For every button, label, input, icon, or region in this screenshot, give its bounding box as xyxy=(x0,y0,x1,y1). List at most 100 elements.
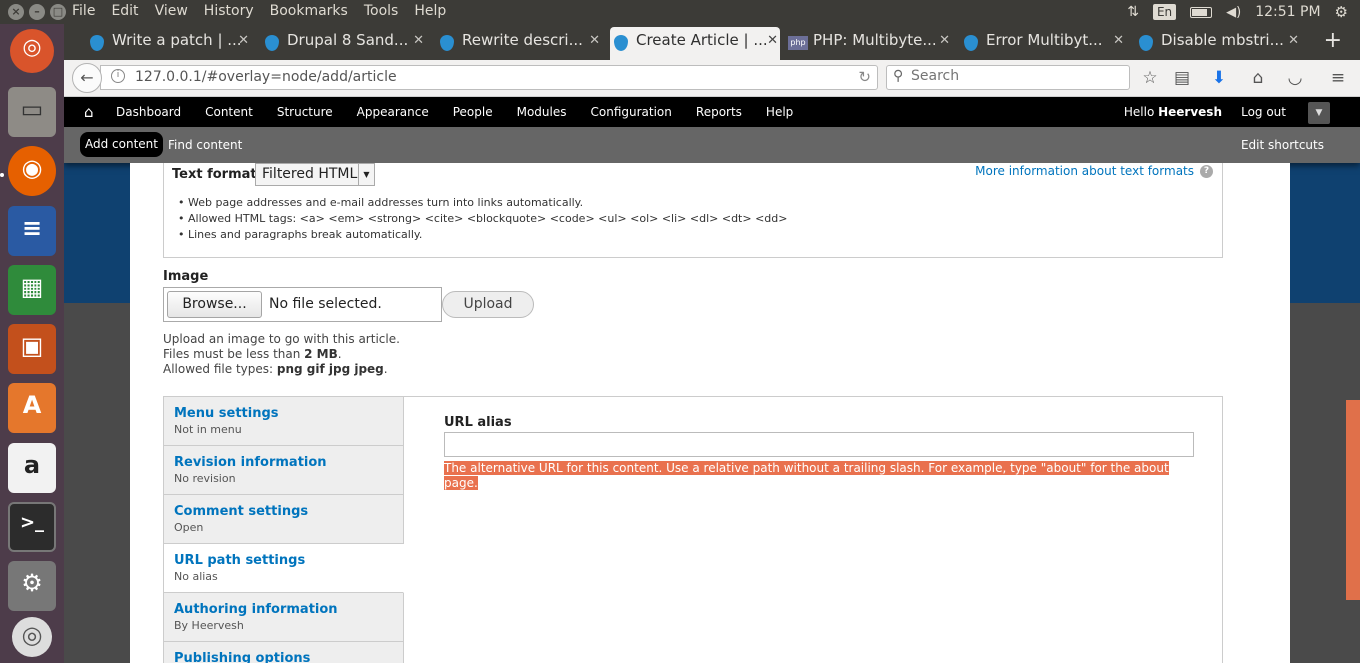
back-button[interactable]: ← xyxy=(72,63,102,93)
reading-list-icon[interactable]: ▤ xyxy=(1172,68,1192,88)
downloads-icon[interactable]: ⬇ xyxy=(1209,68,1229,88)
vertical-tabs: Menu settings Not in menu Revision infor… xyxy=(163,396,1223,663)
amazon-icon[interactable]: a xyxy=(8,443,56,493)
help-question-icon[interactable]: ? xyxy=(1200,165,1213,178)
text-format-wrapper: Text format Filtered HTML ▼ More informa… xyxy=(163,163,1223,258)
file-types-prefix: Allowed file types: xyxy=(163,362,277,376)
find-content-shortcut[interactable]: Find content xyxy=(168,138,242,152)
menu-history[interactable]: History xyxy=(204,3,254,19)
files-icon[interactable]: ▭ xyxy=(8,87,56,137)
overlay-scrollbar[interactable] xyxy=(1346,400,1360,600)
close-window-icon[interactable]: × xyxy=(8,4,24,20)
admin-menu-content[interactable]: Content xyxy=(205,105,253,119)
tab-create-article[interactable]: Create Article | ... ✕ xyxy=(610,27,780,60)
pocket-icon[interactable]: ◡ xyxy=(1285,68,1305,88)
text-format-help-link[interactable]: More information about text formats xyxy=(975,164,1194,178)
impress-icon[interactable]: ▣ xyxy=(8,324,56,374)
vtab-summary: By Heervesh xyxy=(174,619,244,632)
shortcuts-bar: Add content Find content Edit shortcuts xyxy=(64,127,1360,163)
menu-bookmarks[interactable]: Bookmarks xyxy=(270,3,348,19)
file-input[interactable]: Browse... No file selected. xyxy=(163,287,442,322)
minimize-window-icon[interactable]: – xyxy=(29,4,45,20)
menu-edit[interactable]: Edit xyxy=(111,3,138,19)
browser-tab-bar: Write a patch | ... ✕ Drupal 8 Sand... ✕… xyxy=(64,24,1360,60)
image-field: Image Browse... No file selected. Upload… xyxy=(163,269,534,376)
vtab-publishing-options[interactable]: Publishing options xyxy=(164,642,403,663)
user-name-link[interactable]: Heervesh xyxy=(1158,105,1222,119)
tab-write-patch[interactable]: Write a patch | ... ✕ xyxy=(86,27,251,60)
admin-menu-help[interactable]: Help xyxy=(766,105,793,119)
close-tab-icon[interactable]: ✕ xyxy=(238,33,249,48)
search-bar[interactable]: ⚲ xyxy=(886,65,1130,90)
battery-icon[interactable] xyxy=(1190,6,1213,18)
bookmark-star-icon[interactable]: ☆ xyxy=(1140,68,1160,88)
close-tab-icon[interactable]: ✕ xyxy=(767,33,778,48)
tab-label: Disable mbstri... xyxy=(1161,31,1284,49)
url-bar[interactable]: i 127.0.0.1/#overlay=node/add/article ↻ xyxy=(100,65,878,90)
firefox-icon[interactable]: ◉ xyxy=(8,146,56,196)
browse-button[interactable]: Browse... xyxy=(167,291,262,318)
text-format-selected: Filtered HTML xyxy=(262,166,358,182)
terminal-icon[interactable]: >_ xyxy=(8,502,56,552)
network-icon[interactable]: ⇅ xyxy=(1127,4,1139,20)
volume-icon[interactable]: ◀) xyxy=(1226,5,1241,20)
greeting-prefix: Hello xyxy=(1123,105,1159,119)
search-input[interactable] xyxy=(911,68,1111,84)
settings-gear-icon[interactable]: ⚙ xyxy=(1335,3,1348,21)
menu-view[interactable]: View xyxy=(155,3,188,19)
upload-button[interactable]: Upload xyxy=(442,291,534,318)
vtab-comment-settings[interactable]: Comment settings Open xyxy=(164,495,403,544)
admin-menu-people[interactable]: People xyxy=(453,105,493,119)
clock[interactable]: 12:51 PM xyxy=(1255,4,1320,20)
admin-menu-structure[interactable]: Structure xyxy=(277,105,333,119)
vtab-url-path-settings[interactable]: URL path settings No alias xyxy=(164,544,404,593)
writer-icon[interactable]: ≡ xyxy=(8,206,56,256)
vtab-authoring-information[interactable]: Authoring information By Heervesh xyxy=(164,593,403,642)
close-tab-icon[interactable]: ✕ xyxy=(1113,33,1124,48)
menu-tools[interactable]: Tools xyxy=(364,3,399,19)
tab-disable-mbstring[interactable]: Disable mbstri... ✕ xyxy=(1135,27,1301,60)
menu-help[interactable]: Help xyxy=(414,3,446,19)
php-icon: php xyxy=(788,36,808,50)
reload-icon[interactable]: ↻ xyxy=(858,68,871,86)
url-text[interactable]: 127.0.0.1/#overlay=node/add/article xyxy=(135,69,397,85)
add-content-shortcut[interactable]: Add content xyxy=(80,132,163,157)
tab-drupal-sandbox[interactable]: Drupal 8 Sand... ✕ xyxy=(261,27,426,60)
tab-rewrite[interactable]: Rewrite descri... ✕ xyxy=(436,27,602,60)
calc-icon[interactable]: ▦ xyxy=(8,265,56,315)
edit-shortcuts-link[interactable]: Edit shortcuts xyxy=(1241,138,1324,152)
vtab-menu-settings[interactable]: Menu settings Not in menu xyxy=(164,397,403,446)
close-tab-icon[interactable]: ✕ xyxy=(413,33,424,48)
close-tab-icon[interactable]: ✕ xyxy=(589,33,600,48)
logout-link[interactable]: Log out xyxy=(1241,105,1286,119)
vtab-revision-information[interactable]: Revision information No revision xyxy=(164,446,403,495)
maximize-window-icon[interactable]: □ xyxy=(50,4,66,20)
user-greeting: Hello Heervesh xyxy=(1124,105,1222,119)
system-settings-icon[interactable]: ⚙ xyxy=(8,561,56,611)
admin-menu-configuration[interactable]: Configuration xyxy=(591,105,672,119)
text-format-select[interactable]: Filtered HTML ▼ xyxy=(255,163,375,186)
ubuntu-dash-icon[interactable]: ◎ xyxy=(10,29,54,73)
close-tab-icon[interactable]: ✕ xyxy=(939,33,950,48)
admin-menu-reports[interactable]: Reports xyxy=(696,105,742,119)
vtab-summary: No alias xyxy=(174,570,218,583)
admin-menu-dashboard[interactable]: Dashboard xyxy=(116,105,181,119)
home-icon[interactable]: ⌂ xyxy=(84,103,94,121)
site-info-icon[interactable]: i xyxy=(111,69,125,83)
software-center-icon[interactable]: A xyxy=(8,383,56,433)
tab-php-multibyte[interactable]: php PHP: Multibyte... ✕ xyxy=(787,27,952,60)
menu-file[interactable]: File xyxy=(72,3,95,19)
admin-menu-appearance[interactable]: Appearance xyxy=(357,105,429,119)
disc-icon[interactable]: ◎ xyxy=(12,617,52,657)
tip-item: Allowed HTML tags: <a> <em> <strong> <ci… xyxy=(178,211,787,227)
tab-label: PHP: Multibyte... xyxy=(813,31,937,49)
tab-error-multibyte[interactable]: Error Multibyt... ✕ xyxy=(960,27,1126,60)
hamburger-menu-icon[interactable]: ≡ xyxy=(1328,68,1348,88)
new-tab-plus-icon[interactable]: + xyxy=(1324,28,1342,53)
home-icon[interactable]: ⌂ xyxy=(1248,68,1268,88)
admin-menu-modules[interactable]: Modules xyxy=(517,105,567,119)
keyboard-language[interactable]: En xyxy=(1152,4,1177,20)
close-tab-icon[interactable]: ✕ xyxy=(1288,33,1299,48)
shortcuts-toggle-icon[interactable]: ▼ xyxy=(1308,102,1330,124)
url-alias-input[interactable] xyxy=(444,432,1194,457)
